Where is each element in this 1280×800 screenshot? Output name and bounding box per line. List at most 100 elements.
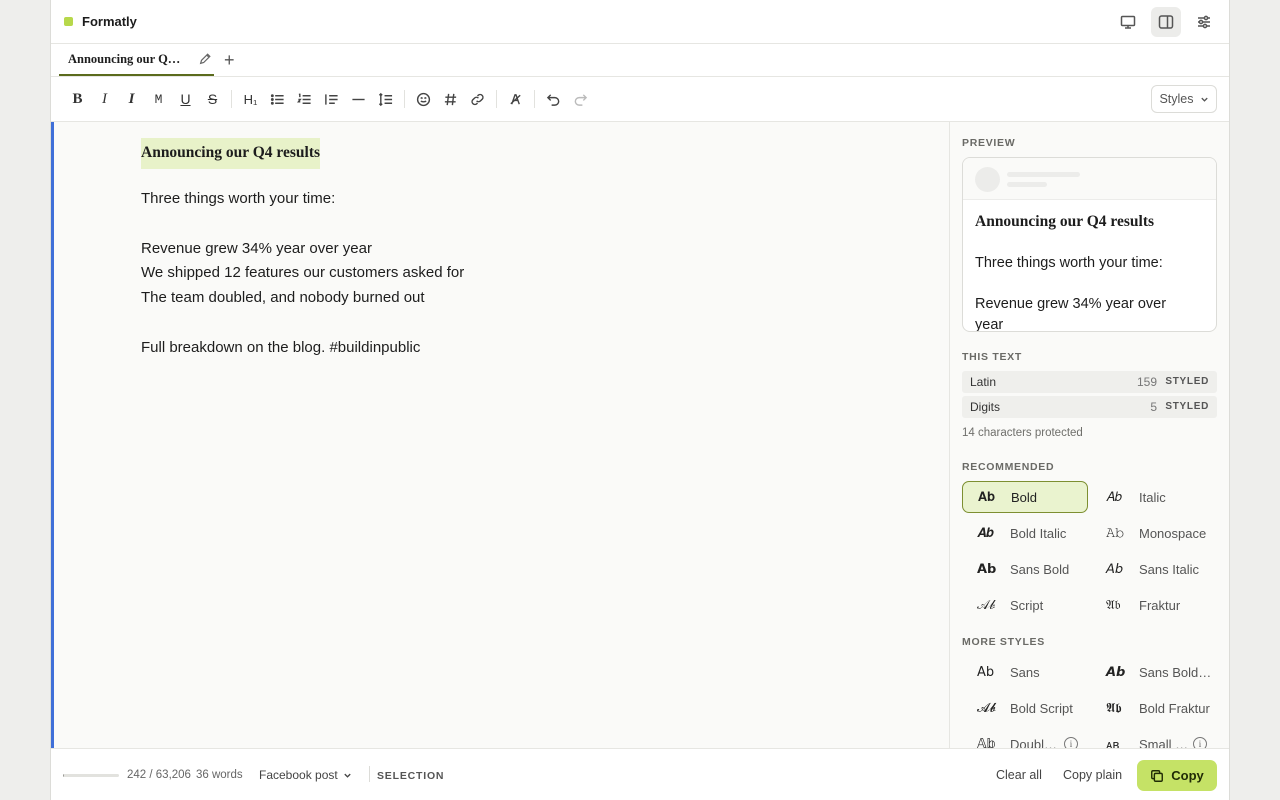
styles-dropdown[interactable]: Styles [1151,85,1217,113]
editor-title-selection: Announcing our Q4 results [141,138,321,169]
numbered-list-button[interactable] [291,86,318,113]
style-option-bold-script[interactable]: 𝓐𝓫 Bold Script [962,692,1088,724]
settings-button[interactable] [1189,7,1219,37]
clear-formatting-button[interactable] [502,86,529,113]
italic-icon: I [102,90,107,107]
horizontal-rule-icon [352,98,365,100]
preview-heading: PREVIEW [962,137,1016,149]
style-name: Bold Italic [1010,525,1067,541]
info-icon[interactable]: i [1064,737,1078,748]
app-name: Formatly [82,14,137,29]
platform-label: Facebook post [259,768,338,782]
style-option-monospace[interactable]: 𝙰𝚋 Monospace [1091,517,1217,549]
preview-line: Revenue grew 34% year over [975,296,1167,312]
style-sample-icon: 𝓐𝓫 [977,700,997,715]
copy-plain-button[interactable]: Copy plain [1063,768,1122,782]
monospace-button[interactable]: M [145,86,172,113]
redo-button[interactable] [567,86,594,113]
rename-tab-button[interactable] [198,52,212,71]
style-name: Sans Bold [1010,561,1070,577]
character-limit-progress [63,774,119,777]
pencil-icon [199,53,211,65]
style-name: Bold [1011,489,1038,505]
app-header: Formatly [51,0,1229,44]
progress-fill [63,774,65,777]
clear-format-icon [510,93,521,104]
style-name: Sans [1010,664,1040,680]
undo-button[interactable] [540,86,567,113]
style-panel: PREVIEW Announcing our Q4 results Three … [949,122,1229,748]
selection-mode-label: SELECTION [377,770,445,782]
preview-title: Announcing our Q4 results [975,213,1155,230]
style-option-sans[interactable]: 𝖠𝖻 Sans [962,656,1088,688]
monitor-icon [1120,15,1136,29]
hashtag-button[interactable] [437,86,464,113]
style-option-italic[interactable]: 𝐴𝑏 Italic [1091,481,1217,513]
status-badge: STYLED [1165,376,1209,387]
style-option-script[interactable]: 𝒜𝒷 Script [962,589,1088,621]
emoji-icon [416,92,431,106]
style-sample-icon: 𝒜𝒷 [977,597,995,612]
split-view-button[interactable] [1151,7,1181,37]
sidebar-panel-icon [1158,15,1174,29]
quote-button[interactable] [318,86,345,113]
strikethrough-icon: S [207,91,218,107]
bullet-list-button[interactable] [264,86,291,113]
toolbar-divider [404,90,405,108]
style-option-fraktur[interactable]: 𝔄𝔟 Fraktur [1091,589,1217,621]
bold-italic-button[interactable]: I [118,86,145,113]
editor-line: Three things worth your time: [141,190,336,208]
platform-dropdown[interactable]: Facebook post [259,768,352,782]
style-option-sans-bold[interactable]: 𝗔𝗯 Sans Bold [962,553,1088,585]
brand-logo [64,17,73,26]
copy-button[interactable]: Copy [1137,760,1217,791]
link-button[interactable] [464,86,491,113]
desktop-view-button[interactable] [1113,7,1143,37]
style-option-sans-italic[interactable]: 𝘈𝘣 Sans Italic [1091,553,1217,585]
italic-button[interactable]: I [91,86,118,113]
chevron-down-icon [1200,97,1208,102]
character-count: 242 / 63,206 [127,769,191,781]
underline-icon: U [180,91,191,107]
document-tab[interactable]: Announcing our Q… [59,45,214,76]
style-sample-icon: 𝙰𝚋 [1106,525,1125,540]
divider-button[interactable] [345,86,372,113]
clear-all-button[interactable]: Clear all [996,768,1042,782]
style-option-small-caps[interactable]: ᴀʙ Small … i [1091,728,1217,748]
style-option-double-struck[interactable]: 𝔸𝕓 Doubl… i [962,728,1088,748]
info-icon[interactable]: i [1193,737,1207,748]
style-name: Monospace [1139,525,1207,541]
heading-icon: H₁ [243,91,258,107]
style-name: Italic [1139,489,1166,505]
style-option-sans-bold-italic[interactable]: 𝘼𝙗 Sans Bold… [1091,656,1217,688]
underline-button[interactable]: U [172,86,199,113]
line-spacing-button[interactable] [372,86,399,113]
toolbar-divider [496,90,497,108]
emoji-button[interactable] [410,86,437,113]
style-name: Doubl… [1010,736,1057,749]
toolbar-divider [231,90,232,108]
bold-button[interactable]: B [64,86,91,113]
sliders-icon [1198,15,1210,29]
status-footer: 242 / 63,206 36 words Facebook post SELE… [51,748,1229,800]
strikethrough-button[interactable]: S [199,86,226,113]
post-preview-card: Announcing our Q4 results Three things w… [962,157,1217,332]
text-editor[interactable]: Announcing our Q4 results Three things w… [51,122,949,748]
copy-button-label: Copy [1171,768,1204,783]
style-sample-icon: 𝗔𝗯 [977,561,997,576]
numbered-list-icon [297,93,311,104]
style-sample-icon: 𝑨𝒃 [977,525,995,540]
tab-title: Announcing our Q… [68,52,181,66]
this-text-heading: THIS TEXT [962,351,1022,363]
style-sample-icon: 𝐀𝐛 [978,489,996,504]
monospace-icon: M [154,91,163,107]
style-option-bold[interactable]: 𝐀𝐛 Bold [962,481,1088,513]
quote-icon [325,93,338,105]
style-option-bold-fraktur[interactable]: 𝕬𝖇 Bold Fraktur [1091,692,1217,724]
style-name: Script [1010,597,1044,613]
style-option-bold-italic[interactable]: 𝑨𝒃 Bold Italic [962,517,1088,549]
hashtag-icon [444,93,457,105]
add-tab-button[interactable]: + [224,51,235,69]
style-sample-icon: 𝘼𝙗 [1106,664,1126,679]
heading-button[interactable]: H₁ [237,86,264,113]
